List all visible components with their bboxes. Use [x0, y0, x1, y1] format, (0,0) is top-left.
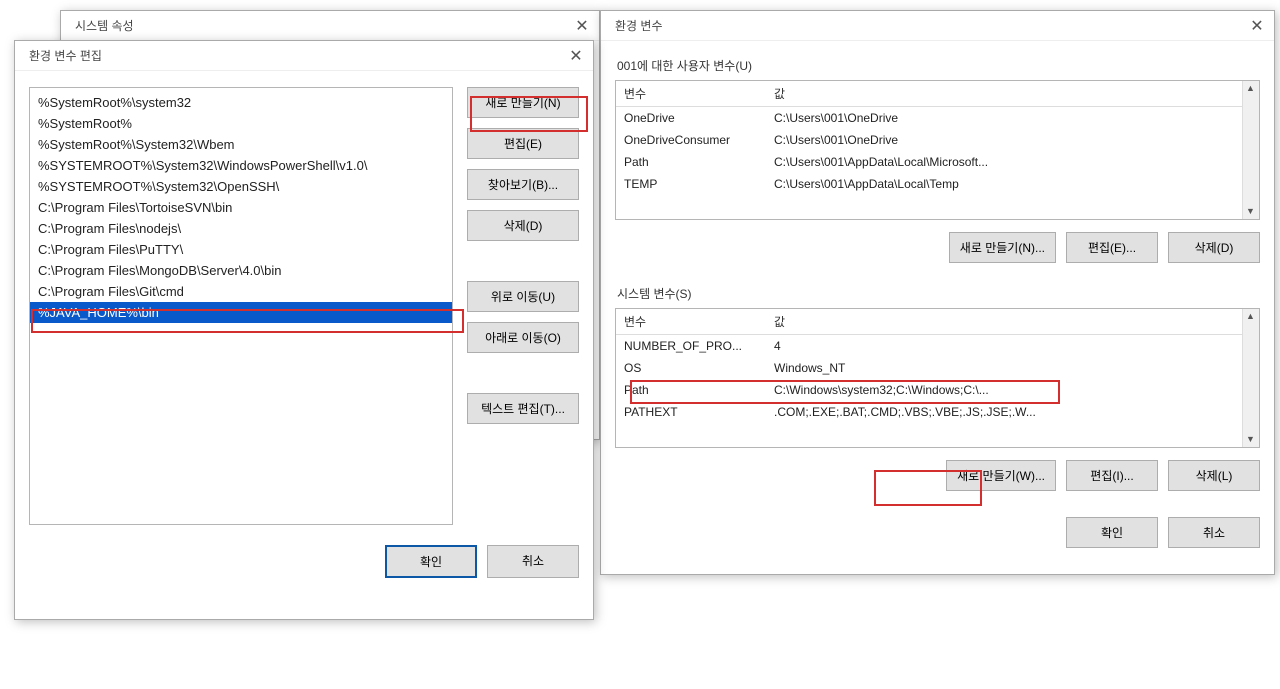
user-new-button[interactable]: 새로 만들기(N)...	[949, 232, 1056, 263]
close-icon[interactable]: ✕	[1248, 17, 1266, 35]
user-vars-listbox[interactable]: 변수 값 OneDriveC:\Users\001\OneDriveOneDri…	[615, 80, 1260, 220]
table-row[interactable]: PATHEXT.COM;.EXE;.BAT;.CMD;.VBS;.VBE;.JS…	[616, 401, 1242, 423]
scrollbar[interactable]: ▲ ▼	[1242, 81, 1259, 219]
path-row[interactable]: C:\Program Files\PuTTY\	[30, 239, 452, 260]
scrollbar[interactable]: ▲ ▼	[1242, 309, 1259, 447]
user-delete-button[interactable]: 삭제(D)	[1168, 232, 1260, 263]
scroll-up-icon[interactable]: ▲	[1243, 81, 1258, 96]
val-cell: 4	[766, 335, 1242, 358]
path-row[interactable]: %SYSTEMROOT%\System32\OpenSSH\	[30, 176, 452, 197]
val-cell: C:\Users\001\AppData\Local\Microsoft...	[766, 151, 1242, 173]
path-row[interactable]: %SystemRoot%	[30, 113, 452, 134]
var-cell: Path	[616, 379, 766, 401]
path-row[interactable]: C:\Program Files\MongoDB\Server\4.0\bin	[30, 260, 452, 281]
sys-vars-listbox[interactable]: 변수 값 NUMBER_OF_PRO...4OSWindows_NTPathC:…	[615, 308, 1260, 448]
path-row[interactable]: %SystemRoot%\system32	[30, 92, 452, 113]
edit-button[interactable]: 편집(E)	[467, 128, 579, 159]
cancel-button[interactable]: 취소	[487, 545, 579, 578]
close-icon[interactable]: ✕	[567, 47, 585, 65]
col-header-val: 값	[766, 309, 1242, 335]
col-header-var: 변수	[616, 81, 766, 107]
move-up-button[interactable]: 위로 이동(U)	[467, 281, 579, 312]
val-cell: C:\Users\001\AppData\Local\Temp	[766, 173, 1242, 195]
table-row[interactable]: TEMPC:\Users\001\AppData\Local\Temp	[616, 173, 1242, 195]
titlebar-edit[interactable]: 환경 변수 편집 ✕	[15, 41, 593, 71]
path-row[interactable]: %JAVA_HOME%\bin	[30, 302, 452, 323]
table-row[interactable]: OSWindows_NT	[616, 357, 1242, 379]
var-cell: OneDriveConsumer	[616, 129, 766, 151]
titlebar-sys[interactable]: 시스템 속성 ✕	[61, 11, 599, 41]
val-cell: .COM;.EXE;.BAT;.CMD;.VBS;.VBE;.JS;.JSE;.…	[766, 401, 1242, 423]
path-row[interactable]: C:\Program Files\TortoiseSVN\bin	[30, 197, 452, 218]
table-row[interactable]: OneDriveConsumerC:\Users\001\OneDrive	[616, 129, 1242, 151]
table-row[interactable]: PathC:\Windows\system32;C:\Windows;C:\..…	[616, 379, 1242, 401]
cancel-button[interactable]: 취소	[1168, 517, 1260, 548]
sys-edit-button[interactable]: 편집(I)...	[1066, 460, 1158, 491]
titlebar-env[interactable]: 환경 변수 ✕	[601, 11, 1274, 41]
path-row[interactable]: %SystemRoot%\System32\Wbem	[30, 134, 452, 155]
path-listbox[interactable]: %SystemRoot%\system32%SystemRoot%%System…	[29, 87, 453, 525]
user-vars-label: 001에 대한 사용자 변수(U)	[617, 57, 1260, 74]
title-env: 환경 변수	[615, 17, 663, 34]
sys-vars-label: 시스템 변수(S)	[617, 285, 1260, 302]
var-cell: Path	[616, 151, 766, 173]
scroll-down-icon[interactable]: ▼	[1243, 204, 1258, 219]
var-cell: OneDrive	[616, 107, 766, 130]
val-cell: C:\Windows\system32;C:\Windows;C:\...	[766, 379, 1242, 401]
val-cell: C:\Users\001\OneDrive	[766, 107, 1242, 130]
var-cell: NUMBER_OF_PRO...	[616, 335, 766, 358]
user-edit-button[interactable]: 편집(E)...	[1066, 232, 1158, 263]
val-cell: C:\Users\001\OneDrive	[766, 129, 1242, 151]
scroll-down-icon[interactable]: ▼	[1243, 432, 1258, 447]
text-edit-button[interactable]: 텍스트 편집(T)...	[467, 393, 579, 424]
edit-env-var-dialog[interactable]: 환경 변수 편집 ✕ %SystemRoot%\system32%SystemR…	[14, 40, 594, 620]
ok-button[interactable]: 확인	[385, 545, 477, 578]
path-row[interactable]: C:\Program Files\Git\cmd	[30, 281, 452, 302]
new-button[interactable]: 새로 만들기(N)	[467, 87, 579, 118]
delete-button[interactable]: 삭제(D)	[467, 210, 579, 241]
move-down-button[interactable]: 아래로 이동(O)	[467, 322, 579, 353]
table-row[interactable]: PathC:\Users\001\AppData\Local\Microsoft…	[616, 151, 1242, 173]
ok-button[interactable]: 확인	[1066, 517, 1158, 548]
table-row[interactable]: NUMBER_OF_PRO...4	[616, 335, 1242, 358]
environment-variables-dialog[interactable]: 환경 변수 ✕ 001에 대한 사용자 변수(U) 변수 값 OneDriveC…	[600, 10, 1275, 575]
sys-new-button[interactable]: 새로 만들기(W)...	[946, 460, 1056, 491]
path-row[interactable]: %SYSTEMROOT%\System32\WindowsPowerShell\…	[30, 155, 452, 176]
sys-delete-button[interactable]: 삭제(L)	[1168, 460, 1260, 491]
table-row[interactable]: OneDriveC:\Users\001\OneDrive	[616, 107, 1242, 130]
val-cell: Windows_NT	[766, 357, 1242, 379]
var-cell: PATHEXT	[616, 401, 766, 423]
title-sys: 시스템 속성	[75, 17, 134, 34]
browse-button[interactable]: 찾아보기(B)...	[467, 169, 579, 200]
title-edit: 환경 변수 편집	[29, 47, 102, 64]
close-icon[interactable]: ✕	[573, 17, 591, 35]
col-header-var: 변수	[616, 309, 766, 335]
path-row[interactable]: C:\Program Files\nodejs\	[30, 218, 452, 239]
var-cell: OS	[616, 357, 766, 379]
col-header-val: 값	[766, 81, 1242, 107]
var-cell: TEMP	[616, 173, 766, 195]
scroll-up-icon[interactable]: ▲	[1243, 309, 1258, 324]
